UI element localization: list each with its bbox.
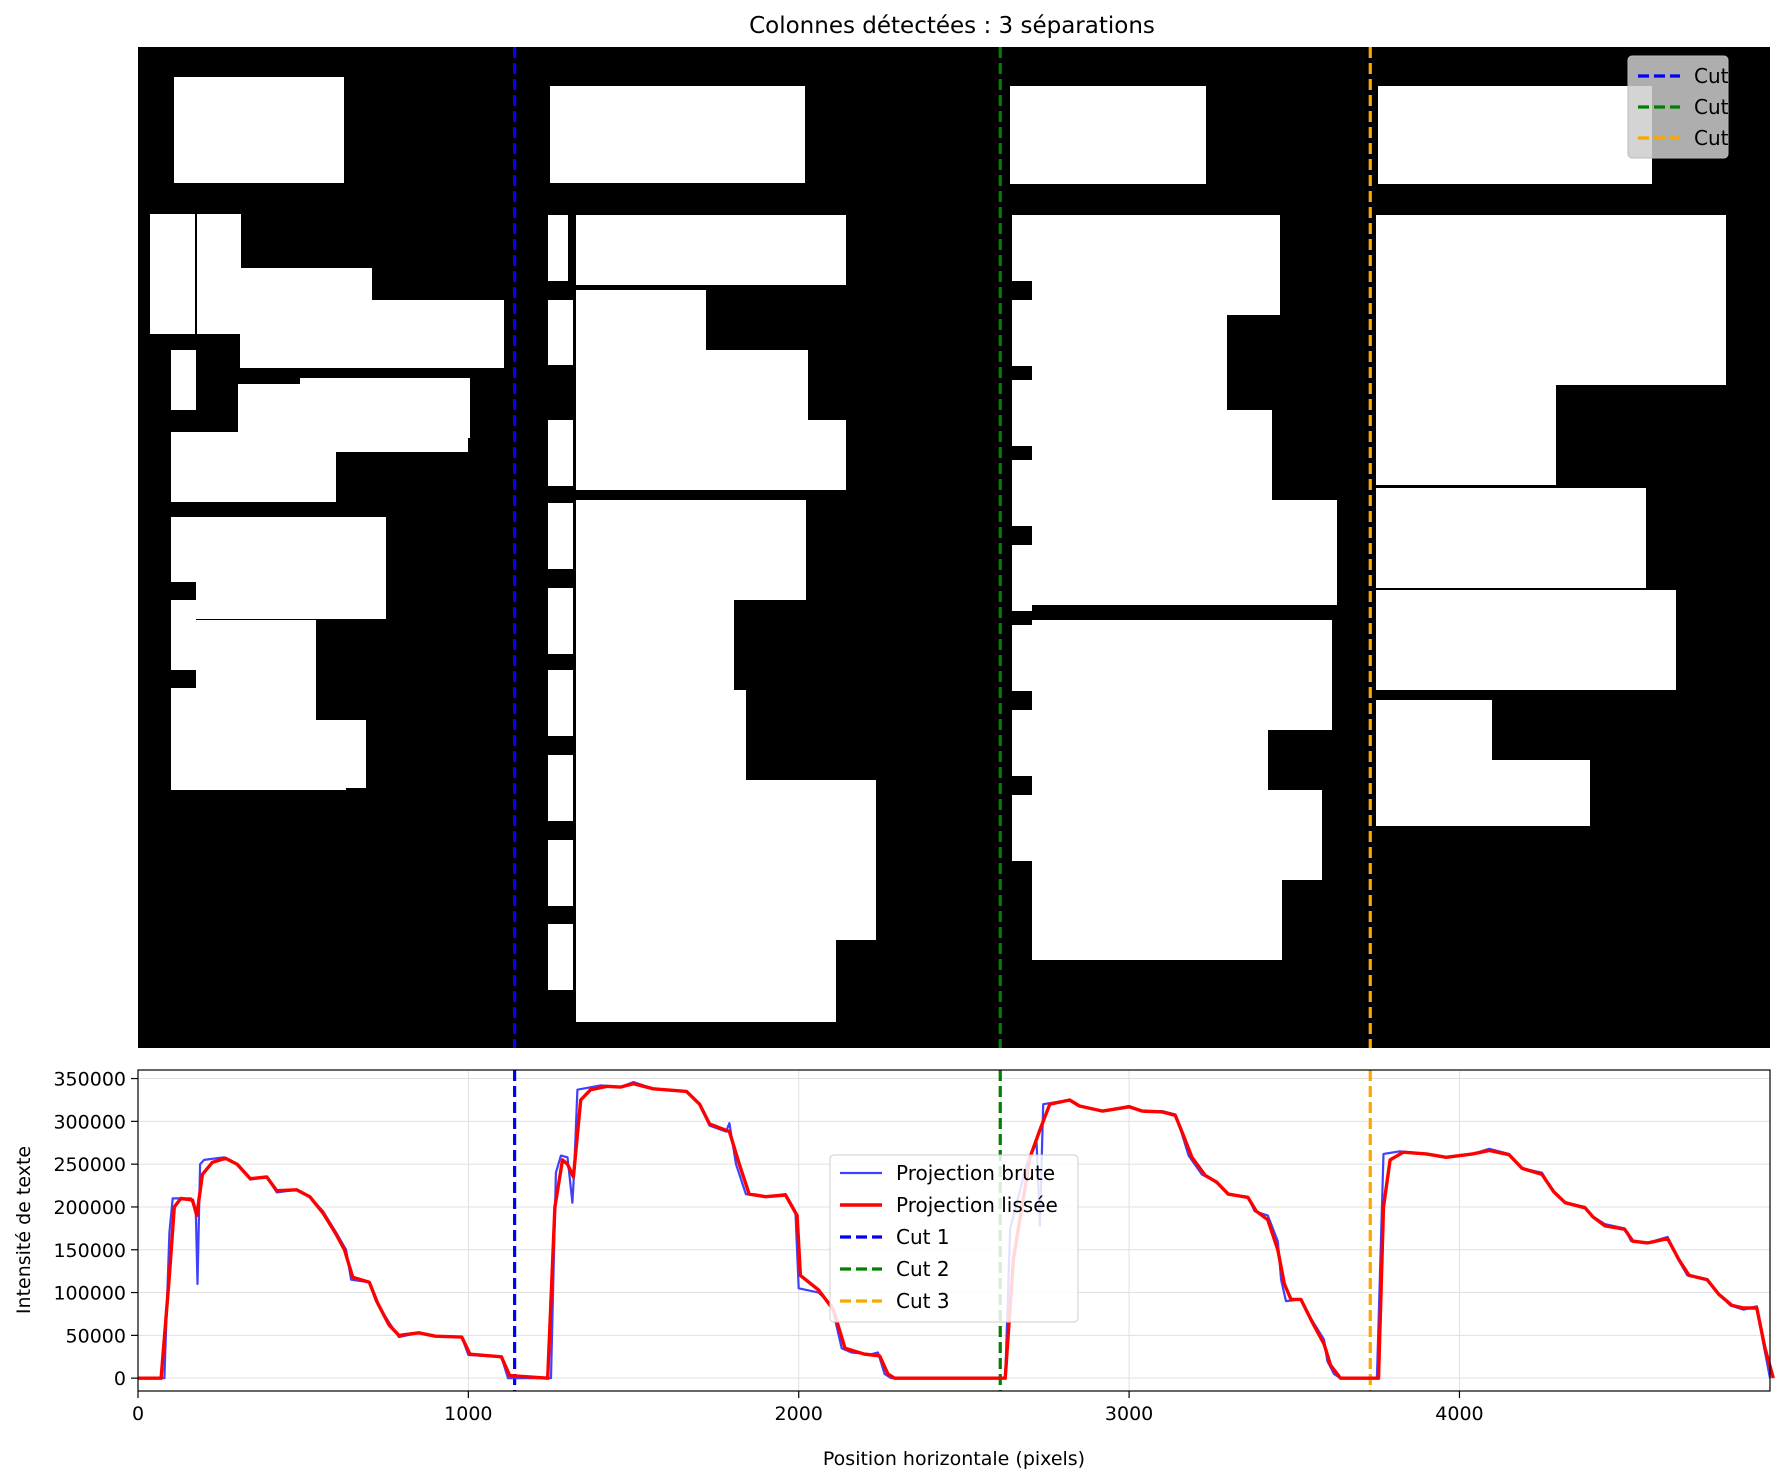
- mask-block: [171, 517, 196, 582]
- projection-legend-label-4: Cut 2: [896, 1257, 950, 1281]
- mask-block: [548, 503, 573, 569]
- y-tick-label: 300000: [53, 1111, 126, 1133]
- x-axis-label: Position horizontale (pixels): [823, 1448, 1085, 1470]
- mask-block: [171, 350, 196, 410]
- mask-block: [576, 780, 876, 940]
- mask-block: [1032, 700, 1268, 800]
- image-legend-label-3: Cut 3: [1694, 126, 1748, 150]
- mask-block: [548, 755, 573, 821]
- mask-block: [1012, 710, 1032, 776]
- y-axis: 0 50000 100000 150000 200000 250000 300000 3500…: [53, 1069, 138, 1390]
- image-legend: Cut 1 Cut 2 Cut 3: [1627, 55, 1748, 159]
- mask-block: [548, 840, 573, 906]
- mask-block: [576, 290, 706, 430]
- mask-block: [1012, 300, 1032, 366]
- mask-block: [196, 432, 336, 502]
- mask-block: [1010, 86, 1206, 184]
- mask-block: [370, 300, 504, 368]
- mask-block: [1012, 215, 1032, 281]
- mask-block: [240, 268, 372, 368]
- mask-block: [548, 588, 573, 654]
- mask-block: [1012, 795, 1032, 861]
- mask-block: [1032, 410, 1272, 515]
- mask-block: [548, 215, 568, 281]
- mask-block: [1376, 385, 1556, 485]
- y-tick-label: 250000: [53, 1154, 126, 1176]
- mask-block: [150, 214, 195, 334]
- mask-block: [576, 500, 806, 600]
- x-tick-label: 1000: [444, 1403, 492, 1425]
- mask-block: [1012, 625, 1032, 691]
- mask-block: [576, 600, 734, 700]
- mask-block: [1376, 590, 1676, 690]
- mask-block: [1032, 870, 1282, 960]
- x-tick-label: 2000: [775, 1403, 823, 1425]
- mask-block: [548, 924, 573, 990]
- y-tick-label: 150000: [53, 1240, 126, 1262]
- mask-block: [196, 517, 386, 619]
- mask-block: [550, 86, 805, 183]
- x-tick-label: 0: [132, 1403, 144, 1425]
- projection-legend-label-3: Cut 1: [896, 1225, 950, 1249]
- mask-block: [1012, 545, 1032, 611]
- mask-block: [576, 690, 746, 790]
- y-tick-label: 50000: [66, 1325, 126, 1347]
- mask-block: [1378, 86, 1652, 184]
- projection-legend-label-5: Cut 3: [896, 1289, 950, 1313]
- y-tick-label: 100000: [53, 1283, 126, 1305]
- mask-block: [1012, 380, 1032, 446]
- mask-block: [1376, 488, 1646, 588]
- image-panel-title: Colonnes détectées : 3 séparations: [749, 13, 1155, 39]
- mask-block: [196, 740, 346, 790]
- mask-block: [171, 720, 196, 790]
- mask-block: [548, 670, 573, 736]
- mask-block: [1032, 500, 1337, 605]
- x-tick-label: 4000: [1435, 1403, 1483, 1425]
- image-panel: Cut 1 Cut 2 Cut 3: [138, 47, 1770, 1048]
- mask-block: [1032, 300, 1227, 420]
- mask-block: [548, 300, 573, 365]
- y-axis-label: Intensité de texte: [13, 1146, 35, 1314]
- image-legend-label-1: Cut 1: [1694, 64, 1748, 88]
- mask-block: [1376, 700, 1492, 760]
- mask-block: [1012, 460, 1032, 526]
- projection-panel: 0 1000 2000 3000 4000 0 50000 100000 150000 2000…: [13, 1069, 1775, 1470]
- y-tick-label: 0: [114, 1368, 126, 1390]
- y-tick-label: 350000: [53, 1069, 126, 1091]
- projection-legend-label-2: Projection lissée: [896, 1193, 1058, 1217]
- projection-legend: Projection brute Projection lissée Cut 1 Cu…: [829, 1154, 1079, 1323]
- mask-block: [197, 214, 241, 334]
- y-tick-label: 200000: [53, 1197, 126, 1219]
- x-tick-label: 3000: [1105, 1403, 1153, 1425]
- mask-block: [171, 432, 196, 502]
- figure: Colonnes détectées : 3 séparations Cut 1…: [13, 13, 1775, 1470]
- mask-block: [240, 636, 314, 706]
- projection-legend-label-1: Projection brute: [896, 1161, 1055, 1185]
- mask-block: [576, 940, 836, 1022]
- mask-block: [576, 215, 846, 285]
- x-axis: 0 1000 2000 3000 4000: [132, 1391, 1484, 1425]
- mask-block: [1032, 790, 1322, 880]
- image-legend-label-2: Cut 2: [1694, 95, 1748, 119]
- mask-block: [171, 600, 196, 670]
- mask-block: [576, 420, 846, 490]
- mask-block: [1376, 215, 1726, 385]
- mask-block: [548, 420, 573, 486]
- mask-block: [174, 77, 344, 183]
- mask-block: [1376, 760, 1590, 826]
